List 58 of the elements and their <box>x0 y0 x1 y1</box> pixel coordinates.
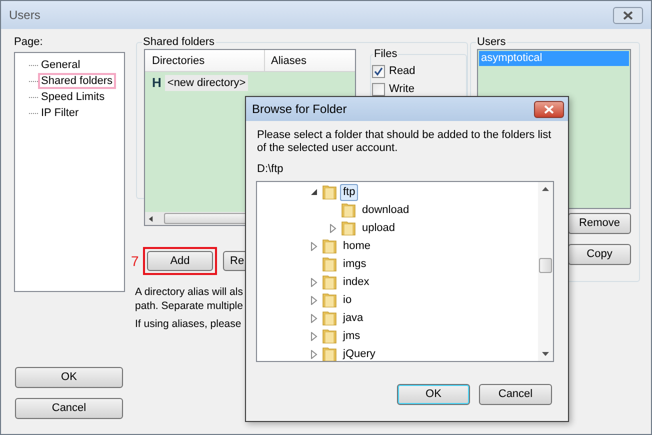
folder-icon <box>341 202 357 218</box>
ok-button[interactable]: OK <box>15 367 123 388</box>
page-item[interactable]: Speed Limits <box>38 89 108 105</box>
vertical-scrollbar[interactable] <box>538 182 553 361</box>
folder-item[interactable]: download <box>359 202 412 218</box>
collapsed-triangle-icon[interactable] <box>329 224 337 232</box>
folder-icon <box>322 274 338 290</box>
user-action-button[interactable]: Copy <box>568 244 631 265</box>
permission-checkbox[interactable] <box>372 64 385 78</box>
folder-item[interactable]: java <box>340 310 366 326</box>
window-title: Users <box>9 7 40 24</box>
scrollbar-thumb[interactable] <box>539 258 552 273</box>
folder-icon <box>322 184 338 200</box>
collapsed-triangle-icon[interactable] <box>310 242 318 250</box>
folder-icon <box>322 346 338 361</box>
user-action-button[interactable]: Remove <box>568 213 631 234</box>
directory-path[interactable]: <new directory> <box>165 75 248 91</box>
folder-item[interactable]: index <box>340 274 372 290</box>
folder-item[interactable]: home <box>340 238 374 254</box>
close-icon <box>544 104 554 114</box>
folder-item[interactable]: upload <box>359 220 398 236</box>
column-header[interactable]: Directories <box>145 50 265 71</box>
folder-item[interactable]: jms <box>340 328 364 344</box>
home-marker: H <box>152 74 162 92</box>
expanded-triangle-icon[interactable] <box>310 188 318 196</box>
cancel-button[interactable]: Cancel <box>15 398 123 419</box>
dialog-message: Please select a folder that should be added to the folders list of the selected user account. <box>257 129 552 155</box>
check-icon <box>374 66 383 76</box>
folder-item[interactable]: imgs <box>340 256 370 272</box>
step-number: 7 <box>131 253 140 269</box>
ok-button[interactable]: OK <box>397 384 470 405</box>
page-label: Page: <box>14 35 44 49</box>
folder-icon <box>322 328 338 344</box>
help-text: path. Separate multiple <box>135 299 243 313</box>
folder-action-button[interactable]: Add <box>147 251 213 271</box>
permission-label: Write <box>389 82 414 96</box>
help-text: If using aliases, please <box>135 317 242 331</box>
help-text: A directory alias will als <box>135 285 243 299</box>
permission-label: Read <box>389 64 416 78</box>
column-header[interactable]: Aliases <box>265 50 355 71</box>
folder-icon <box>322 256 338 272</box>
close-button[interactable] <box>534 100 564 118</box>
folder-icon <box>322 238 338 254</box>
page-item[interactable]: Shared folders <box>38 73 116 89</box>
current-path: D:\ftp <box>257 163 284 176</box>
folder-item[interactable]: jQuery <box>340 346 378 361</box>
permission-checkbox[interactable] <box>372 82 385 96</box>
folder-icon <box>322 292 338 308</box>
cancel-button[interactable]: Cancel <box>479 384 552 405</box>
folder-item[interactable]: io <box>340 292 355 308</box>
close-icon <box>623 10 633 20</box>
page-item[interactable]: IP Filter <box>38 105 82 121</box>
folder-icon <box>322 310 338 326</box>
folder-item[interactable]: ftp <box>340 184 358 200</box>
dialog-title: Browse for Folder <box>252 101 347 118</box>
page-item[interactable]: General <box>38 57 84 73</box>
folder-icon <box>341 220 357 236</box>
close-button[interactable] <box>613 6 643 24</box>
